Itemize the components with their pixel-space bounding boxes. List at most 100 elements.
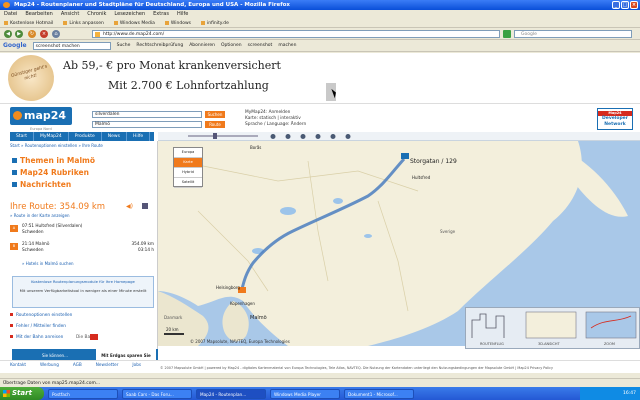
zoom-label[interactable]: ZOOM <box>604 342 615 346</box>
email-icon[interactable] <box>285 134 291 139</box>
mode-satellit[interactable]: Satellit <box>174 178 202 188</box>
menu-chronik[interactable]: Chronik <box>87 10 106 19</box>
task-postfach[interactable]: Postfach <box>48 388 118 399</box>
route-duration: 03:14 h <box>137 247 154 252</box>
go-button[interactable] <box>503 30 511 38</box>
mode-europa[interactable]: Europa <box>174 148 202 158</box>
3d-view-label[interactable]: 3D-ANSICHT <box>538 342 560 346</box>
footer-contact[interactable]: Kontakt <box>10 362 26 367</box>
maximize-button[interactable]: □ <box>621 1 629 9</box>
news-link[interactable]: Nachrichten <box>11 180 71 189</box>
menu-lesezeichen[interactable]: Lesezeichen <box>114 10 145 19</box>
mode-karte[interactable]: Karte <box>174 158 202 168</box>
map24-logo[interactable]: map24 <box>10 107 72 125</box>
google-search-input[interactable]: screenshot machen <box>32 41 111 50</box>
footer-jobs[interactable]: Jobs <box>132 362 141 367</box>
mode-hybrid[interactable]: Hybrid <box>174 168 202 178</box>
waypoint-end-stats: 354.09 km 03:14 h <box>132 241 155 253</box>
reload-button[interactable]: ↻ <box>28 30 36 38</box>
map24-categories-link[interactable]: Map24 Rubriken <box>12 168 89 177</box>
taskbar: Start Postfach Saab Cars - Das Foru... M… <box>0 387 640 400</box>
promo-box[interactable]: Kostenlose Routenplanungsmodule für Ihre… <box>12 276 154 308</box>
to-input[interactable]: Malmö <box>92 121 202 128</box>
tab-produkte[interactable]: Produkte <box>69 132 102 141</box>
hotels-link[interactable]: » Hotels in Malmö suchen <box>22 261 74 266</box>
themes-malmo-link[interactable]: Themen in Malmö <box>12 156 95 165</box>
home-button[interactable]: ⌂ <box>52 30 60 38</box>
footer-newsletter[interactable]: Newsletter <box>96 362 119 367</box>
search-button[interactable]: Suchen <box>205 111 225 118</box>
start-badge-icon: A <box>10 225 18 232</box>
breadcrumb[interactable]: Start » Routenoptionen einstellen » Ihre… <box>10 143 103 148</box>
back-button[interactable]: ◀ <box>4 30 12 38</box>
erdgas-ad-left: Sie können... <box>42 353 68 358</box>
pan-icon[interactable] <box>315 134 321 139</box>
developer-network-badge[interactable]: Map24 Developer Network <box>597 108 633 130</box>
minimize-button[interactable]: _ <box>612 1 620 9</box>
ad-line-1: Ab 59,- € pro Monat krankenversichert <box>63 59 281 72</box>
zoom-preview[interactable] <box>585 311 637 339</box>
ad-line-2: Mit 2.700 € Lohnfortzahlung <box>108 79 269 92</box>
highlight-term-1[interactable]: screenshot <box>248 43 273 48</box>
print-icon[interactable] <box>270 134 276 139</box>
print-route-icon[interactable] <box>142 203 148 209</box>
subscribe-button[interactable]: Abonnieren <box>189 43 215 48</box>
header-links: MyMap24: Anmelden Karte: statisch | inte… <box>245 110 306 128</box>
stop-button[interactable]: × <box>40 30 48 38</box>
bookmark-windows[interactable]: Windows <box>165 19 191 27</box>
speaker-icon[interactable]: ◀) <box>126 203 133 210</box>
from-input[interactable]: silverdalen <box>92 111 202 118</box>
place-sverige: Sverige <box>440 229 456 234</box>
start-button[interactable]: Start <box>0 387 44 400</box>
window-titlebar: Map24 - Routenplaner und Stadtpläne für … <box>0 0 640 10</box>
highlight-term-2[interactable]: machen <box>278 43 296 48</box>
tab-start[interactable]: Start <box>10 132 34 141</box>
options-button[interactable]: Optionen <box>221 43 242 48</box>
task-media-player[interactable]: Windows Media Player <box>270 388 340 399</box>
tab-hilfe[interactable]: Hilfe <box>127 132 151 141</box>
bookmark-links[interactable]: Links anpassen <box>63 19 104 27</box>
tab-news[interactable]: News <box>102 132 127 141</box>
menu-bearbeiten[interactable]: Bearbeiten <box>25 10 52 19</box>
ad-banner[interactable]: Günstiger geht's nicht! Ab 59,- € pro Mo… <box>2 49 338 107</box>
link-icon[interactable] <box>300 134 306 139</box>
task-saab[interactable]: Saab Cars - Das Foru... <box>122 388 192 399</box>
url-input[interactable]: http://www.de.map24.com/ <box>92 30 500 38</box>
train-link[interactable]: Mit der Bahn anreisen <box>10 335 63 340</box>
home-map-icon[interactable] <box>345 134 351 139</box>
menu-extras[interactable]: Extras <box>153 10 169 19</box>
menu-ansicht[interactable]: Ansicht <box>61 10 79 19</box>
footer-terms[interactable]: AGB <box>73 362 82 367</box>
route-start-marker-icon[interactable] <box>401 153 409 159</box>
google-search-button[interactable]: Suche <box>117 43 131 48</box>
place-kopenhagen: Kopenhagen <box>230 301 255 306</box>
menu-datei[interactable]: Datei <box>4 10 17 19</box>
spellcheck-button[interactable]: Rechtschreibprüfung <box>136 43 183 48</box>
zoom-slider-track[interactable] <box>188 135 258 137</box>
route-options-link[interactable]: Routenoptionen einstellen <box>10 313 72 318</box>
task-map24[interactable]: Map24 - Routenplan... <box>196 388 266 399</box>
route-button[interactable]: Route <box>205 121 225 128</box>
report-error-link[interactable]: Fehler / Mitteiler finden <box>10 324 66 329</box>
promo-line-1: Kostenlose Routenplanungsmodule für Ihre… <box>31 279 135 284</box>
zoom-slider-handle[interactable] <box>213 133 217 139</box>
task-word[interactable]: Dokument1 - Microsof... <box>344 388 414 399</box>
system-tray: 16:47 <box>580 387 640 400</box>
forward-button[interactable]: ▶ <box>15 30 23 38</box>
bookmark-hotmail[interactable]: Kostenlose Hotmail <box>4 19 53 27</box>
search-input[interactable]: Google <box>514 30 632 38</box>
bookmark-windows-media[interactable]: Windows Media <box>114 19 155 27</box>
tab-mymap24[interactable]: MyMap24 <box>34 132 69 141</box>
measure-icon[interactable] <box>330 134 336 139</box>
status-bar: Übertrage Daten von map25.map24.com... <box>0 378 640 387</box>
close-button[interactable]: × <box>630 1 638 9</box>
3d-preview[interactable] <box>525 311 577 339</box>
bookmark-infinity[interactable]: infinity.de <box>201 19 229 27</box>
language-link[interactable]: Sprache / Language: Ändern <box>245 122 306 128</box>
route-flight-label[interactable]: ROUTENFLUG <box>480 342 504 346</box>
footer-advertising[interactable]: Werbung <box>40 362 59 367</box>
place-hultsfred: Hultsfred <box>412 175 431 180</box>
map-mode-control: Europa Karte Hybrid Satellit <box>173 147 203 188</box>
menu-hilfe[interactable]: Hilfe <box>177 10 188 19</box>
show-route-link[interactable]: » Route in der Karte anzeigen <box>10 213 70 218</box>
